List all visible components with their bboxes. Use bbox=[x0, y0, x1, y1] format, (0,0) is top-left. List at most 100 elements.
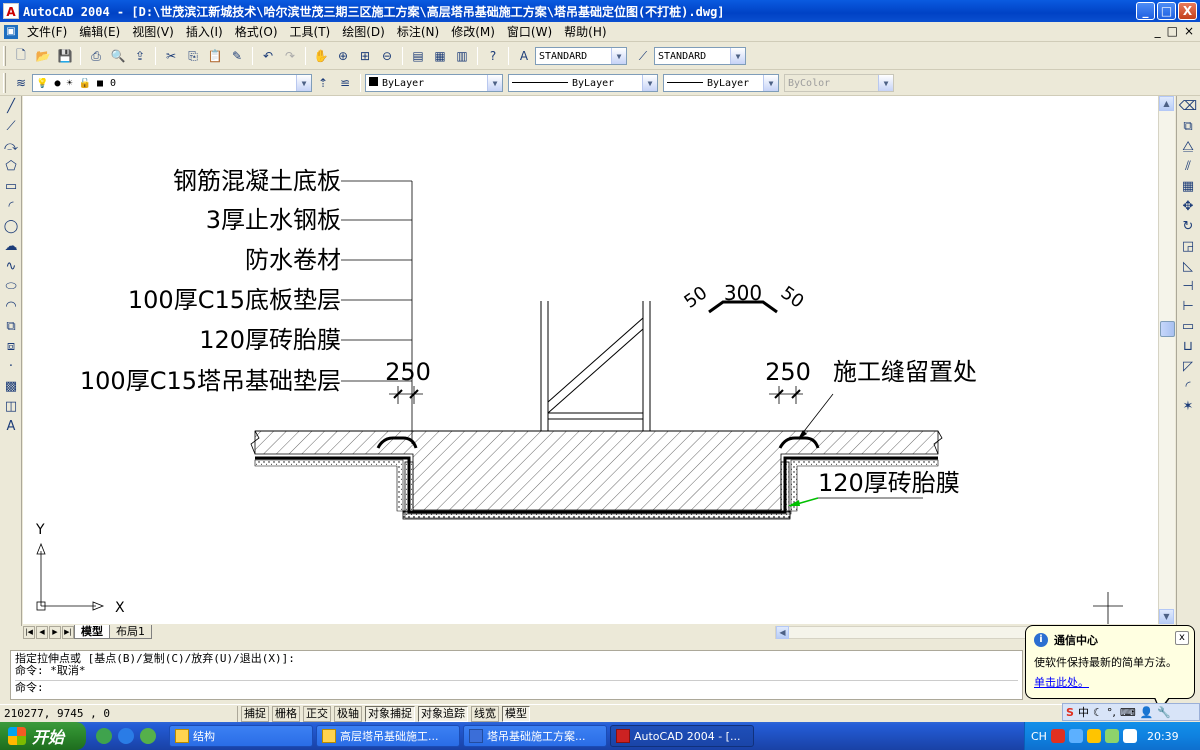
cut-icon[interactable]: ✂ bbox=[161, 46, 181, 66]
polar-toggle[interactable]: 极轴 bbox=[334, 705, 362, 722]
zoom-previous-icon[interactable]: ⊖ bbox=[377, 46, 397, 66]
chamfer-icon[interactable]: ◸ bbox=[1178, 356, 1198, 376]
make-block-icon[interactable]: ⧈ bbox=[1, 336, 21, 356]
layer-previous-icon[interactable]: ≌ bbox=[335, 73, 355, 93]
ie-icon[interactable] bbox=[118, 728, 134, 744]
properties-icon[interactable]: ▤ bbox=[408, 46, 428, 66]
sogou-tray-icon[interactable] bbox=[1050, 729, 1065, 743]
help-icon[interactable]: ? bbox=[483, 46, 503, 66]
redo-icon[interactable]: ↷ bbox=[280, 46, 300, 66]
publish-icon[interactable]: ⇪ bbox=[130, 46, 150, 66]
scroll-left-icon[interactable]: ◀ bbox=[776, 626, 789, 639]
chevron-down-icon[interactable]: ▼ bbox=[611, 48, 626, 64]
offset-icon[interactable]: ⫽ bbox=[1178, 156, 1198, 176]
insert-block-icon[interactable]: ⧉ bbox=[1, 316, 21, 336]
menu-draw[interactable]: 绘图(D) bbox=[336, 22, 391, 42]
task-word[interactable]: 塔吊基础施工方案... bbox=[463, 725, 607, 747]
copy-icon[interactable]: ⎘ bbox=[183, 46, 203, 66]
polygon-icon[interactable]: ⬠ bbox=[1, 156, 21, 176]
start-button[interactable]: 开始 bbox=[0, 722, 86, 750]
point-icon[interactable]: · bbox=[1, 356, 21, 376]
ime-symbol-icon[interactable]: °, bbox=[1107, 706, 1116, 719]
scroll-down-icon[interactable]: ▼ bbox=[1159, 609, 1174, 624]
tab-layout1[interactable]: 布局1 bbox=[109, 625, 152, 639]
ortho-toggle[interactable]: 正交 bbox=[303, 705, 331, 722]
paste-icon[interactable]: 📋 bbox=[205, 46, 225, 66]
maximize-button[interactable]: □ bbox=[1157, 2, 1176, 20]
circle-icon[interactable]: ◯ bbox=[1, 216, 21, 236]
antivirus-tray-icon[interactable] bbox=[1122, 729, 1137, 743]
language-indicator[interactable]: CH bbox=[1031, 730, 1047, 743]
hatch-icon[interactable]: ▩ bbox=[1, 376, 21, 396]
ime-keyboard-icon[interactable]: ⌨ bbox=[1120, 706, 1136, 719]
ime-mode[interactable]: 中 bbox=[1078, 704, 1089, 720]
command-prompt[interactable]: 命令: bbox=[15, 680, 1018, 694]
polyline-icon[interactable]: ⤼ bbox=[1, 136, 21, 156]
tool-palettes-icon[interactable]: ▥ bbox=[452, 46, 472, 66]
open-file-icon[interactable]: 📂 bbox=[33, 46, 53, 66]
explode-icon[interactable]: ✶ bbox=[1178, 396, 1198, 416]
next-tab-icon[interactable]: ▶ bbox=[49, 625, 61, 639]
pan-icon[interactable]: ✋ bbox=[311, 46, 331, 66]
multiline-text-icon[interactable]: A bbox=[1, 416, 21, 436]
ellipse-icon[interactable]: ⬭ bbox=[1, 276, 21, 296]
menu-dimension[interactable]: 标注(N) bbox=[391, 22, 445, 42]
chevron-down-icon[interactable]: ▼ bbox=[487, 75, 502, 91]
ime-user-icon[interactable]: 👤 bbox=[1140, 706, 1154, 719]
mdi-minimize-button[interactable]: _ bbox=[1155, 24, 1161, 38]
prev-tab-icon[interactable]: ◀ bbox=[36, 625, 48, 639]
line-icon[interactable]: ╱ bbox=[1, 96, 21, 116]
stretch-icon[interactable]: ◺ bbox=[1178, 256, 1198, 276]
ime-punctuation-icon[interactable]: ☾ bbox=[1093, 706, 1103, 719]
snap-toggle[interactable]: 捕捉 bbox=[241, 705, 269, 722]
osnap-toggle[interactable]: 对象捕捉 bbox=[365, 705, 415, 722]
command-window[interactable]: 指定拉伸点或 [基点(B)/复制(C)/放弃(U)/退出(X)]: 命令: *取… bbox=[10, 650, 1023, 700]
join-icon[interactable]: ⊔ bbox=[1178, 336, 1198, 356]
document-icon[interactable]: ▣ bbox=[4, 24, 18, 39]
toolbar-grip[interactable] bbox=[3, 73, 6, 93]
chevron-down-icon[interactable]: ▼ bbox=[642, 75, 657, 91]
chevron-down-icon[interactable]: ▼ bbox=[763, 75, 778, 91]
mdi-close-button[interactable]: × bbox=[1184, 24, 1194, 38]
array-icon[interactable]: ▦ bbox=[1178, 176, 1198, 196]
menu-insert[interactable]: 插入(I) bbox=[180, 22, 229, 42]
revision-cloud-icon[interactable]: ☁ bbox=[1, 236, 21, 256]
task-folder-2[interactable]: 高层塔吊基础施工... bbox=[316, 725, 460, 747]
last-tab-icon[interactable]: ▶| bbox=[62, 625, 74, 639]
zoom-window-icon[interactable]: ⊞ bbox=[355, 46, 375, 66]
task-folder[interactable]: 结构 bbox=[169, 725, 313, 747]
tab-model[interactable]: 模型 bbox=[74, 625, 110, 639]
menu-help[interactable]: 帮助(H) bbox=[558, 22, 612, 42]
design-center-icon[interactable]: ▦ bbox=[430, 46, 450, 66]
undo-icon[interactable]: ↶ bbox=[258, 46, 278, 66]
menu-modify[interactable]: 修改(M) bbox=[445, 22, 501, 42]
region-icon[interactable]: ◫ bbox=[1, 396, 21, 416]
copy-object-icon[interactable]: ⧉ bbox=[1178, 116, 1198, 136]
match-properties-icon[interactable]: ✎ bbox=[227, 46, 247, 66]
grid-toggle[interactable]: 栅格 bbox=[272, 705, 300, 722]
chevron-down-icon[interactable]: ▼ bbox=[730, 48, 745, 64]
scroll-up-icon[interactable]: ▲ bbox=[1159, 96, 1174, 111]
trim-icon[interactable]: ⊣ bbox=[1178, 276, 1198, 296]
save-icon[interactable]: 💾 bbox=[55, 46, 75, 66]
text-style-select[interactable]: STANDARD ▼ bbox=[535, 47, 627, 65]
dim-style-select[interactable]: STANDARD ▼ bbox=[654, 47, 746, 65]
break-icon[interactable]: ▭ bbox=[1178, 316, 1198, 336]
linetype-select[interactable]: ByLayer ▼ bbox=[508, 74, 658, 92]
ellipse-arc-icon[interactable]: ◠ bbox=[1, 296, 21, 316]
construction-line-icon[interactable]: ⟋ bbox=[1, 116, 21, 136]
arc-icon[interactable]: ◜ bbox=[1, 196, 21, 216]
menu-file[interactable]: 文件(F) bbox=[21, 22, 73, 42]
scroll-thumb[interactable] bbox=[1160, 321, 1175, 337]
rectangle-icon[interactable]: ▭ bbox=[1, 176, 21, 196]
vertical-scrollbar[interactable]: ▲ ▼ bbox=[1158, 96, 1175, 624]
fillet-icon[interactable]: ◜ bbox=[1178, 376, 1198, 396]
rotate-icon[interactable]: ↻ bbox=[1178, 216, 1198, 236]
drawing-area[interactable]: 钢筋混凝土底板 3厚止水钢板 防水卷材 100厚C15底板垫层 120厚砖胎膜 … bbox=[23, 96, 1158, 624]
close-button[interactable]: X bbox=[1178, 2, 1197, 20]
color-select[interactable]: ByLayer ▼ bbox=[365, 74, 503, 92]
scale-icon[interactable]: ◲ bbox=[1178, 236, 1198, 256]
zoom-realtime-icon[interactable]: ⊕ bbox=[333, 46, 353, 66]
extend-icon[interactable]: ⊢ bbox=[1178, 296, 1198, 316]
help-tray-icon[interactable] bbox=[1068, 729, 1083, 743]
